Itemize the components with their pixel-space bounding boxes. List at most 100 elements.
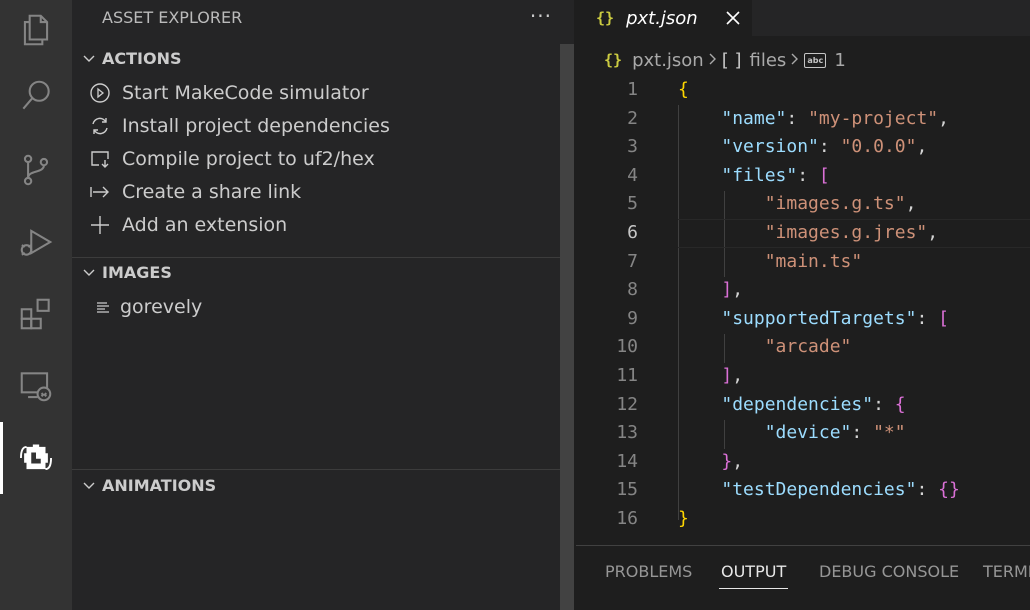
code-token: [ (818, 164, 830, 186)
code-line[interactable]: 2 "name": "my-project", (576, 105, 1030, 134)
line-number: 11 (616, 364, 638, 386)
code-editor[interactable]: 1{2 "name": "my-project", 3 "version": "0… (576, 76, 1030, 534)
code-token: {} (938, 479, 960, 501)
tab-label: pxt.json (626, 7, 698, 29)
code-token: "main.ts" (764, 250, 863, 272)
editor-tab-bar: {} pxt.json (576, 0, 1030, 36)
makecode-asset-icon (20, 444, 52, 471)
line-number: 10 (616, 336, 638, 358)
line-text: "name": "my-project", (678, 105, 949, 134)
code-line[interactable]: 13 "device": "*" (576, 419, 1030, 448)
code-token: , (732, 364, 744, 386)
makecode-asset-button[interactable] (0, 422, 72, 494)
tab-debug-console[interactable]: DEBUG CONSOLE (819, 562, 959, 581)
line-number: 3 (627, 136, 638, 158)
code-token: , (916, 136, 928, 158)
action-label: Create a share link (122, 180, 302, 203)
code-line[interactable]: 14 }, (576, 448, 1030, 477)
code-token: "images.g.ts" (764, 193, 906, 215)
code-line[interactable]: 10 "arcade" (576, 333, 1030, 362)
action-install-dependencies[interactable]: Install project dependencies (88, 109, 390, 142)
list-icon (94, 295, 112, 319)
code-token: "supportedTargets" (721, 307, 917, 329)
section-images-label: IMAGES (102, 263, 172, 282)
action-label: Start MakeCode simulator (122, 81, 369, 104)
files-icon (23, 14, 49, 46)
code-line[interactable]: 8 ], (576, 276, 1030, 305)
section-animations-label: ANIMATIONS (102, 476, 217, 495)
section-images-header[interactable]: IMAGES (72, 258, 574, 288)
code-line[interactable]: 7 "main.ts" (576, 248, 1030, 277)
code-line[interactable]: 9 "supportedTargets": [ (576, 305, 1030, 334)
section-divider (72, 469, 574, 470)
breadcrumb-index[interactable]: 1 (834, 50, 845, 71)
tab-pxt-json[interactable]: {} pxt.json (576, 0, 752, 36)
remote-explorer-icon (20, 372, 52, 402)
close-icon[interactable] (722, 7, 744, 29)
line-number: 2 (627, 107, 638, 129)
code-token: , (927, 221, 939, 243)
code-line[interactable]: 4 "files": [ (576, 162, 1030, 191)
line-text: "images.g.jres", (678, 219, 938, 248)
line-text: "dependencies": { (678, 391, 906, 420)
breadcrumb-key[interactable]: files (750, 50, 787, 71)
code-token: , (732, 279, 744, 301)
code-line[interactable]: 5 "images.g.ts", (576, 190, 1030, 219)
sidebar-scrollbar[interactable] (560, 44, 574, 610)
code-line[interactable]: 3 "version": "0.0.0", (576, 133, 1030, 162)
refresh-icon (88, 114, 112, 138)
action-label: Compile project to uf2/hex (122, 147, 375, 170)
code-token: { (894, 393, 906, 415)
chevron-right-icon (708, 50, 718, 71)
extensions-button[interactable] (0, 284, 72, 344)
section-animations-header[interactable]: ANIMATIONS (72, 471, 574, 501)
tab-problems[interactable]: PROBLEMS (605, 562, 692, 581)
action-compile-project[interactable]: Compile project to uf2/hex (88, 142, 375, 175)
action-add-extension[interactable]: Add an extension (88, 208, 287, 241)
line-number: 5 (627, 193, 638, 215)
code-line[interactable]: 16} (576, 505, 1030, 534)
code-token: "name" (721, 107, 787, 129)
run-debug-button[interactable] (0, 212, 72, 272)
code-line[interactable]: 11 ], (576, 362, 1030, 391)
line-text: "testDependencies": {} (678, 476, 960, 505)
play-circle-icon (88, 81, 112, 105)
explorer-button[interactable] (0, 0, 72, 60)
line-text: "images.g.ts", (678, 190, 917, 219)
code-token: "dependencies" (721, 393, 874, 415)
search-button[interactable] (0, 66, 72, 126)
code-line[interactable]: 15 "testDependencies": {} (576, 476, 1030, 505)
more-actions-button[interactable]: ··· (530, 0, 552, 36)
action-share-link[interactable]: Create a share link (88, 175, 301, 208)
line-text: "arcade" (678, 333, 852, 362)
code-line[interactable]: 1{ (576, 76, 1030, 105)
editor-area: {} pxt.json {} pxt.json [ ] files abc 1 … (576, 0, 1030, 610)
sidebar-title: ASSET EXPLORER (102, 8, 243, 27)
section-actions-header[interactable]: ACTIONS (72, 44, 574, 74)
code-token: "testDependencies" (721, 479, 917, 501)
action-start-simulator[interactable]: Start MakeCode simulator (88, 76, 369, 109)
code-line[interactable]: 6 "images.g.jres", (576, 218, 1030, 248)
chevron-down-icon (80, 258, 98, 288)
code-token: } (678, 507, 689, 529)
source-control-button[interactable] (0, 140, 72, 200)
code-token: , (732, 450, 744, 472)
code-token: : (851, 422, 874, 444)
code-token: "images.g.jres" (764, 221, 928, 243)
code-line[interactable]: 12 "dependencies": { (576, 391, 1030, 420)
code-token: { (678, 79, 689, 100)
remote-explorer-button[interactable] (0, 356, 72, 416)
line-number: 4 (627, 164, 638, 186)
image-item-gorevely[interactable]: gorevely (94, 290, 202, 323)
chevron-down-icon (80, 44, 98, 74)
sidebar: ASSET EXPLORER ··· ACTIONS Start MakeCod… (72, 0, 574, 610)
line-text: ], (678, 362, 743, 391)
action-label: Add an extension (122, 213, 288, 236)
tab-output[interactable]: OUTPUT (718, 562, 789, 589)
line-number: 16 (616, 507, 638, 529)
breadcrumb-file[interactable]: pxt.json (632, 50, 704, 71)
code-token: "device" (764, 422, 852, 444)
tab-terminal[interactable]: TERMINAL (983, 562, 1030, 581)
